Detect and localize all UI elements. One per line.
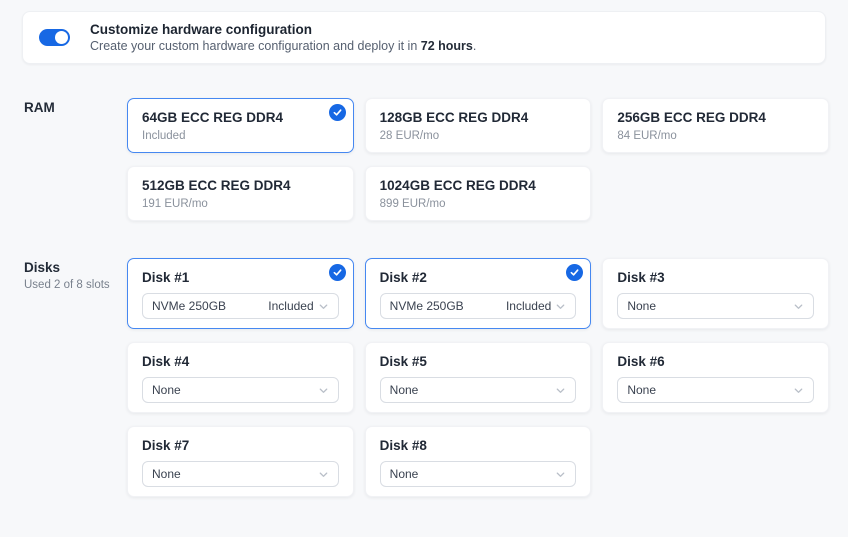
check-icon bbox=[566, 264, 583, 281]
disk-slot-title: Disk #7 bbox=[142, 437, 339, 454]
disk-type-select[interactable]: None bbox=[617, 293, 814, 319]
disk-select-value: NVMe 250GB bbox=[390, 299, 506, 313]
disks-label: Disks bbox=[24, 259, 127, 276]
disk-select-value: None bbox=[152, 383, 318, 397]
ram-option-512gb[interactable]: 512GB ECC REG DDR4 191 EUR/mo bbox=[127, 166, 354, 221]
chevron-down-icon bbox=[318, 469, 329, 480]
disk-slot-title: Disk #8 bbox=[380, 437, 577, 454]
disk-select-value: None bbox=[627, 383, 793, 397]
customize-hardware-title: Customize hardware configuration bbox=[90, 21, 476, 38]
ram-option-title: 1024GB ECC REG DDR4 bbox=[380, 177, 577, 194]
disk-slot-6[interactable]: Disk #6 None bbox=[602, 342, 829, 413]
disk-slot-title: Disk #4 bbox=[142, 353, 339, 370]
ram-option-title: 128GB ECC REG DDR4 bbox=[380, 109, 577, 126]
chevron-down-icon bbox=[555, 469, 566, 480]
ram-option-title: 64GB ECC REG DDR4 bbox=[142, 109, 339, 126]
disk-select-value: None bbox=[152, 467, 318, 481]
disks-slots-used: Used 2 of 8 slots bbox=[24, 278, 127, 293]
chevron-down-icon bbox=[793, 301, 804, 312]
disks-section: Disks Used 2 of 8 slots Disk #1 NVMe 250… bbox=[0, 258, 829, 497]
ram-options-grid: 64GB ECC REG DDR4 Included 128GB ECC REG… bbox=[127, 98, 829, 221]
disk-select-value: None bbox=[627, 299, 793, 313]
chevron-down-icon bbox=[318, 385, 329, 396]
disk-slot-2[interactable]: Disk #2 NVMe 250GB Included bbox=[365, 258, 592, 329]
toggle-knob bbox=[55, 31, 68, 44]
ram-section: RAM 64GB ECC REG DDR4 Included 128GB ECC… bbox=[0, 98, 829, 221]
ram-option-title: 256GB ECC REG DDR4 bbox=[617, 109, 814, 126]
ram-option-256gb[interactable]: 256GB ECC REG DDR4 84 EUR/mo bbox=[602, 98, 829, 153]
disk-slot-7[interactable]: Disk #7 None bbox=[127, 426, 354, 497]
disk-type-select[interactable]: None bbox=[617, 377, 814, 403]
disk-slot-title: Disk #1 bbox=[142, 269, 339, 286]
customize-hardware-panel: Customize hardware configuration Create … bbox=[22, 11, 826, 64]
disk-select-value: None bbox=[390, 383, 556, 397]
ram-option-price: 84 EUR/mo bbox=[617, 129, 814, 144]
disk-slots-grid: Disk #1 NVMe 250GB Included Disk #2 NVMe… bbox=[127, 258, 829, 497]
disk-slot-8[interactable]: Disk #8 None bbox=[365, 426, 592, 497]
check-icon bbox=[329, 264, 346, 281]
disk-slot-4[interactable]: Disk #4 None bbox=[127, 342, 354, 413]
disk-slot-1[interactable]: Disk #1 NVMe 250GB Included bbox=[127, 258, 354, 329]
chevron-down-icon bbox=[793, 385, 804, 396]
ram-label: RAM bbox=[24, 99, 127, 116]
disk-type-select[interactable]: None bbox=[380, 377, 577, 403]
disk-type-select[interactable]: None bbox=[142, 461, 339, 487]
disk-slot-5[interactable]: Disk #5 None bbox=[365, 342, 592, 413]
check-icon bbox=[329, 104, 346, 121]
disk-slot-3[interactable]: Disk #3 None bbox=[602, 258, 829, 329]
customize-hardware-text: Customize hardware configuration Create … bbox=[90, 21, 476, 54]
ram-section-label: RAM bbox=[24, 98, 127, 221]
chevron-down-icon bbox=[555, 301, 566, 312]
disk-type-select[interactable]: None bbox=[142, 377, 339, 403]
disk-slot-title: Disk #5 bbox=[380, 353, 577, 370]
disk-type-select[interactable]: NVMe 250GB Included bbox=[380, 293, 577, 319]
disks-section-label: Disks Used 2 of 8 slots bbox=[24, 258, 127, 497]
chevron-down-icon bbox=[555, 385, 566, 396]
disk-select-price: Included bbox=[506, 299, 551, 313]
ram-option-1024gb[interactable]: 1024GB ECC REG DDR4 899 EUR/mo bbox=[365, 166, 592, 221]
customize-hardware-toggle[interactable] bbox=[39, 29, 70, 46]
disk-select-value: NVMe 250GB bbox=[152, 299, 268, 313]
description-bold: 72 hours bbox=[421, 39, 473, 53]
disk-type-select[interactable]: None bbox=[380, 461, 577, 487]
disk-select-price: Included bbox=[268, 299, 313, 313]
disk-slot-title: Disk #3 bbox=[617, 269, 814, 286]
ram-option-price: 191 EUR/mo bbox=[142, 197, 339, 212]
disk-type-select[interactable]: NVMe 250GB Included bbox=[142, 293, 339, 319]
disk-select-value: None bbox=[390, 467, 556, 481]
ram-option-64gb[interactable]: 64GB ECC REG DDR4 Included bbox=[127, 98, 354, 153]
ram-option-128gb[interactable]: 128GB ECC REG DDR4 28 EUR/mo bbox=[365, 98, 592, 153]
customize-hardware-description: Create your custom hardware configuratio… bbox=[90, 38, 476, 54]
ram-option-price: 28 EUR/mo bbox=[380, 129, 577, 144]
ram-option-title: 512GB ECC REG DDR4 bbox=[142, 177, 339, 194]
ram-option-price: 899 EUR/mo bbox=[380, 197, 577, 212]
description-suffix: . bbox=[473, 39, 476, 53]
chevron-down-icon bbox=[318, 301, 329, 312]
ram-option-price: Included bbox=[142, 129, 339, 144]
description-prefix: Create your custom hardware configuratio… bbox=[90, 39, 421, 53]
disk-slot-title: Disk #6 bbox=[617, 353, 814, 370]
disk-slot-title: Disk #2 bbox=[380, 269, 577, 286]
